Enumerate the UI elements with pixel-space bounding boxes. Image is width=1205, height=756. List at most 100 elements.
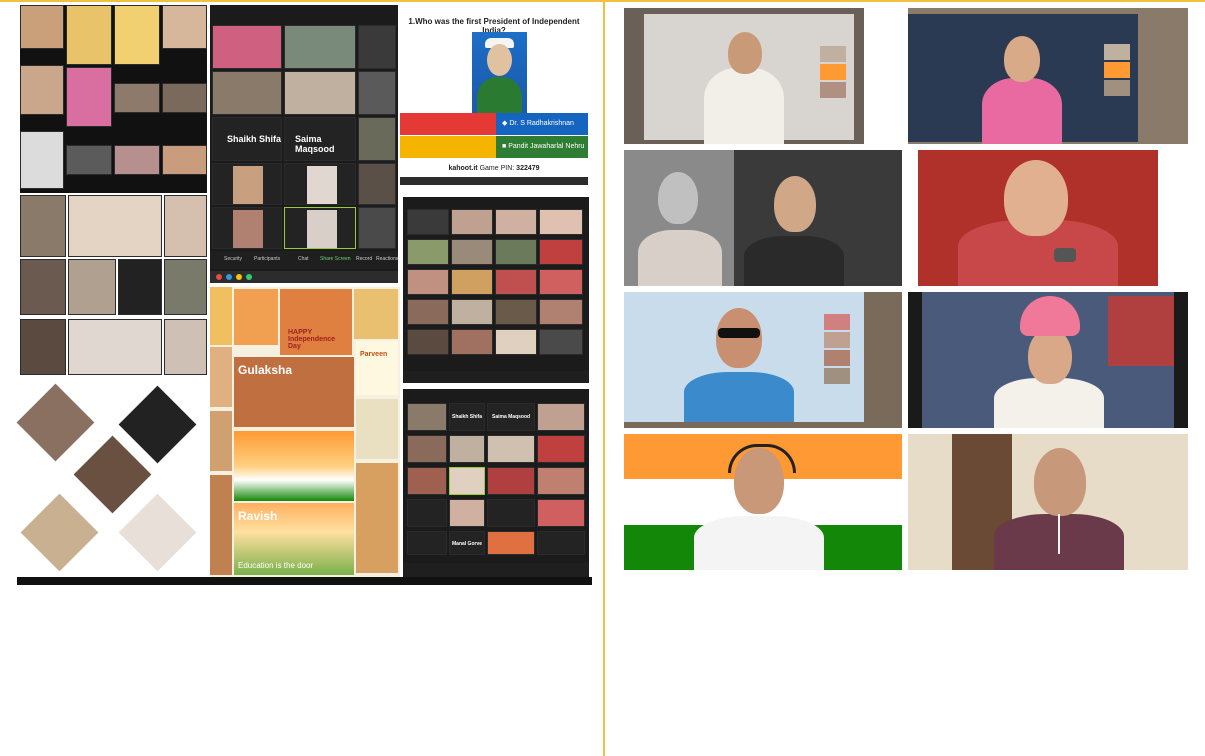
participant-tile [487,531,535,555]
selfie-tile [164,195,207,257]
diamond-photo [118,385,197,464]
share-screen-button[interactable]: Share Screen [320,256,351,262]
portrait-face [487,44,512,76]
painting [210,475,232,575]
person-face [728,32,762,74]
participant-tile [284,163,356,205]
answer-yellow[interactable] [400,136,496,158]
thumbnail [820,46,846,62]
participant-name: Saima Maqsood [492,414,531,420]
chat-button[interactable]: Chat [298,256,309,262]
participant-tile [358,25,396,69]
participant-tile [451,239,493,265]
participant-tile: Manal Gorve [449,531,485,555]
participant-name: Manal Gorve [452,541,483,547]
panel-divider [603,0,605,756]
participant-tile [537,531,585,555]
participant-tile [407,499,447,527]
participant-tile [358,163,396,205]
participant-tile [358,207,396,249]
reactions-button[interactable]: Reactions [376,256,398,262]
participant-tile [407,299,449,325]
taskbar-icon [216,274,222,280]
participant-tile[interactable] [449,467,485,495]
participant-tile [451,209,493,235]
answer-label: Dr. S Radhakrishnan [509,120,574,127]
sunglasses [718,328,760,338]
participant-tile [407,435,447,463]
participant-thumbnails [1104,44,1130,98]
painting [356,463,398,573]
participant-tile [212,207,282,249]
square-icon: ■ [502,143,507,150]
participant-tile [495,329,537,355]
artist-label: Gulaksha [238,363,293,377]
answer-red[interactable] [400,113,496,135]
participant-tile [451,269,493,295]
thumbnail [820,82,846,98]
question-image [472,32,527,117]
collage-bottom-bar [17,577,592,585]
participant-video [307,210,337,248]
participant-tile[interactable] [284,207,356,249]
selfie-tile [114,5,160,65]
participant-tile [212,71,282,115]
thumbnail [824,350,850,366]
painting: Gulaksha [234,357,354,427]
artist-label: Ravish [238,509,278,523]
thumbnail [824,314,850,330]
diamond-icon: ◆ [502,120,508,127]
participant-video [233,210,263,248]
thumbnail [824,368,850,384]
participant-tile [449,499,485,527]
participant-name: Saima Maqsood [295,134,335,154]
participant-video [307,166,337,204]
zoom-toolbar [403,371,589,383]
participant-tile [407,531,447,555]
participant-tile [449,435,485,463]
participant-tile [539,239,583,265]
participant-tile [537,403,585,431]
selfie-tile [162,5,207,49]
participant-tile [495,299,537,325]
selfie-tile [68,319,162,375]
answer-option-1[interactable]: ◆ Dr. S Radhakrishnan [496,113,588,135]
participant-tile [212,25,282,69]
selfie-tile [162,145,207,175]
selfie-tile [118,259,162,315]
participant-tile [537,435,585,463]
participant-tile [451,329,493,355]
participant-tile [407,329,449,355]
zoom-meeting-3: Shaikh Shifa Saima Maqsood Manal Gorve [403,389,589,577]
participant-tile [487,499,535,527]
greeting-text: HAPPY Independence Day [288,329,336,350]
participant-tile [495,269,537,295]
person-face [1004,36,1040,82]
answer-option-2[interactable]: ■ Pandit Jawaharlal Nehru [496,136,588,158]
thumbnail [820,64,846,80]
selfie-tile [66,145,112,175]
person-body [704,68,784,144]
zoom-meeting-2 [403,197,589,383]
participant-name: Shaikh Shifa [452,414,483,420]
video-call-photo [624,150,902,286]
person-body [744,236,844,286]
person-face [1004,160,1068,236]
participant-grid [407,209,585,359]
participant-name: Shaikh Shifa [227,134,282,144]
painting [356,399,398,459]
video-call-photo [624,8,864,144]
participant-tile [451,299,493,325]
selfie-tile [66,5,112,65]
video-call-photo [908,434,1188,570]
painting: HAPPY Independence Day [280,289,352,355]
kahoot-site: kahoot.it [448,165,478,172]
participant-tile [407,467,447,495]
record-button[interactable]: Record [356,256,372,262]
participant-tile [407,239,449,265]
participant-thumbnails [820,46,846,100]
security-button[interactable]: Security [224,256,242,262]
selfie-grid-top [20,5,207,193]
earphone-cable [1058,514,1060,554]
participants-button[interactable]: Participants [254,256,280,262]
